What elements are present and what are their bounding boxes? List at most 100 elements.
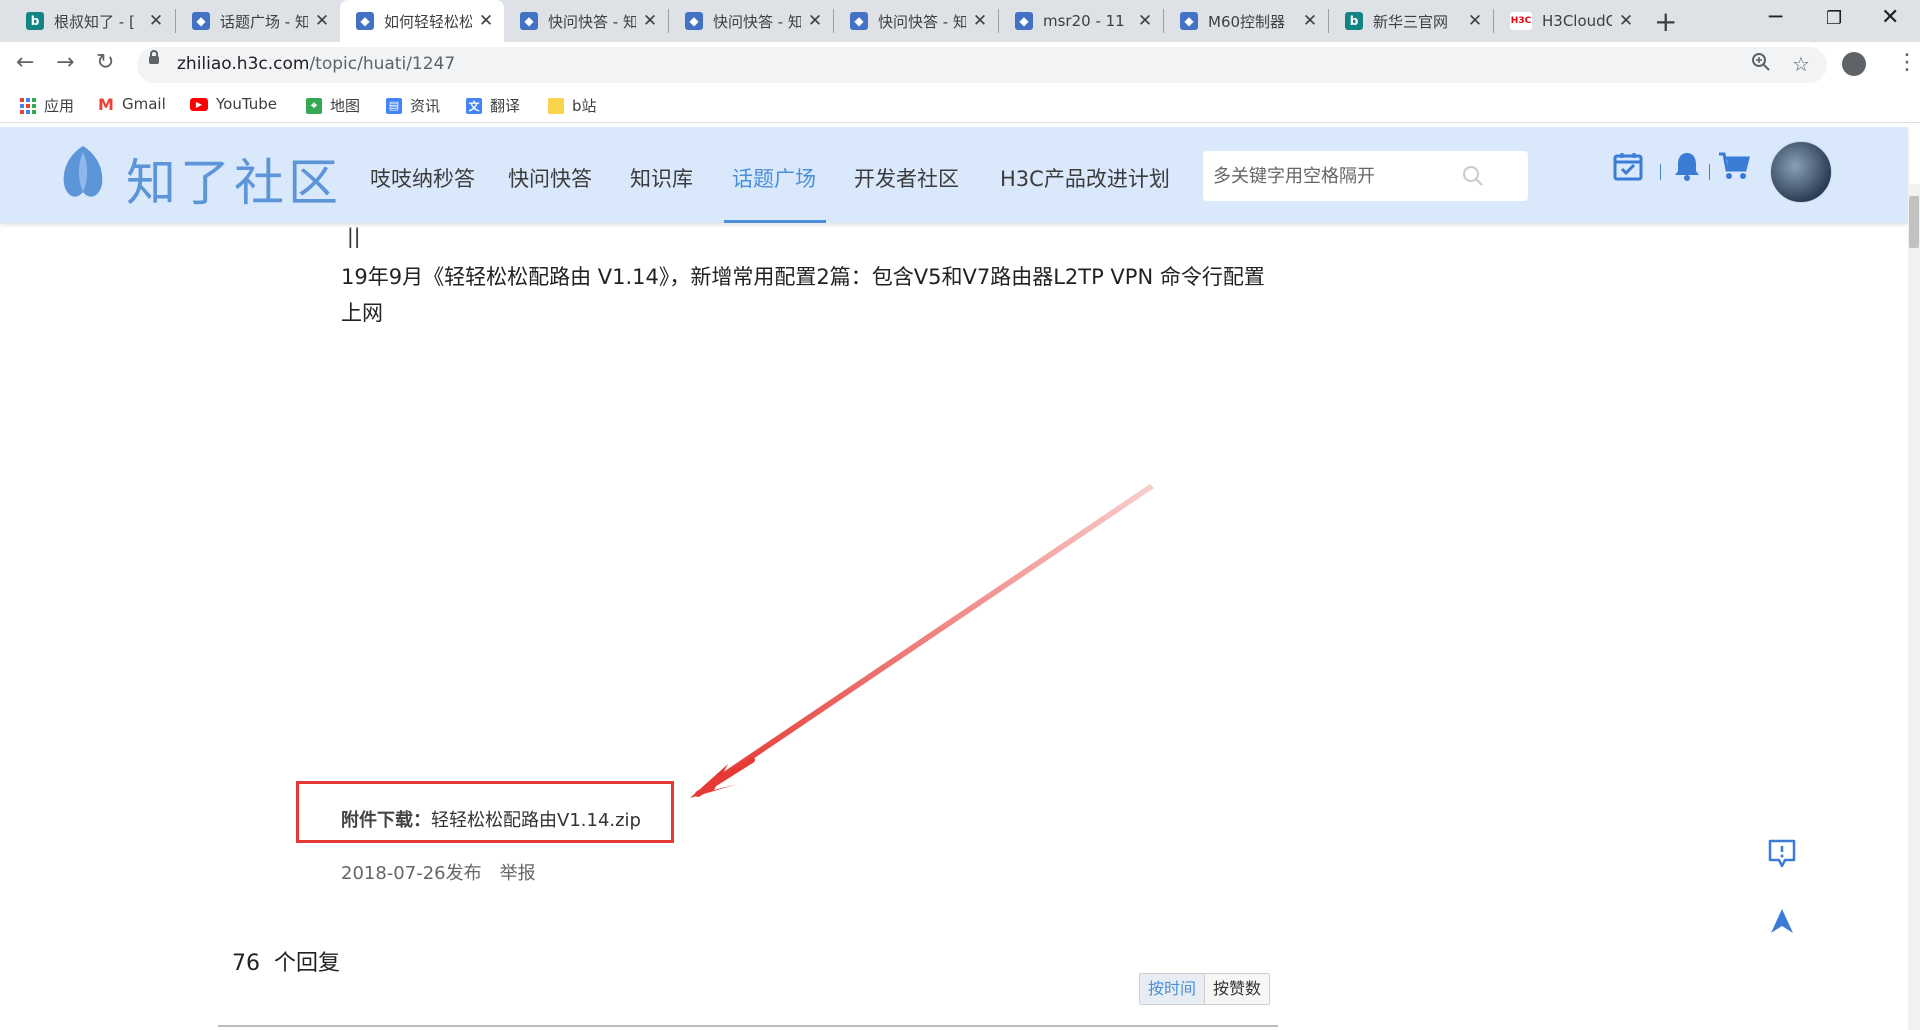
bookmark-label: 应用 (44, 97, 75, 115)
back-arrow-icon[interactable]: ← (16, 50, 34, 75)
browser-tab-3-active[interactable]: ◆ 如何轻轻松松 ✕ (340, 0, 504, 42)
forward-arrow-icon[interactable]: → (56, 50, 74, 75)
profile-icon[interactable] (1842, 52, 1866, 76)
page-scrollbar-track[interactable] (1908, 184, 1920, 1030)
attachment-download: 附件下载：轻轻松松配路由V1.14.zip (341, 806, 641, 832)
bookmark-label: 翻译 (490, 97, 521, 115)
calendar-check-icon[interactable] (1613, 151, 1643, 181)
bell-icon[interactable] (1673, 151, 1701, 181)
bookmark-youtube[interactable]: ▶ YouTube (190, 95, 277, 113)
reply-sort-toggle: 按时间 按赞数 (1139, 973, 1271, 1005)
nav-kuaida[interactable]: 吱吱纳秒答 (370, 163, 475, 193)
bookmark-folder-bilibili[interactable]: b站 (548, 95, 597, 116)
site-logo-text[interactable]: 知了社区 (126, 143, 342, 215)
close-icon[interactable]: ✕ (807, 11, 823, 31)
nav-knowledge-base[interactable]: 知识库 (630, 163, 693, 193)
close-icon[interactable]: ✕ (1618, 11, 1634, 31)
close-icon[interactable]: ✕ (478, 11, 494, 31)
browser-tab-2[interactable]: ◆ 话题广场 - 知 ✕ (176, 0, 340, 42)
cicada-logo-icon[interactable] (60, 144, 106, 202)
tab-title: 快问快答 - 知 (878, 12, 966, 31)
browser-tab-5[interactable]: ◆ 快问快答 - 知 ✕ (669, 0, 833, 42)
zhiliao-icon: ◆ (356, 12, 374, 30)
user-avatar[interactable] (1770, 141, 1832, 203)
minimize-icon[interactable]: ─ (1769, 5, 1782, 30)
close-icon[interactable]: ✕ (148, 11, 164, 31)
text-cursor-mark: || (347, 224, 361, 248)
more-menu-icon[interactable]: ⋮ (1896, 50, 1918, 75)
address-bar[interactable]: zhiliao.h3c.com/topic/huati/1247 ☆ (137, 47, 1827, 83)
bookmark-label: Gmail (122, 95, 166, 113)
zoom-icon[interactable] (1751, 52, 1771, 77)
zhiliao-icon: ◆ (192, 12, 210, 30)
tab-title: 根叔知了 - [ (54, 12, 135, 31)
tab-title: 快问快答 - 知 (548, 12, 636, 31)
back-to-top-icon[interactable] (1770, 908, 1794, 934)
bookmark-star-icon[interactable]: ☆ (1792, 52, 1810, 76)
close-icon[interactable]: ✕ (1137, 11, 1153, 31)
browser-tab-strip: b 根叔知了 - [ ✕ ◆ 话题广场 - 知 ✕ ◆ 如何轻轻松松 ✕ ◆ 快… (0, 0, 1920, 42)
close-icon[interactable]: ✕ (314, 11, 330, 31)
nav-developer-community[interactable]: 开发者社区 (854, 163, 959, 193)
reply-count-heading: 76 个回复 (232, 945, 340, 977)
browser-tab-9[interactable]: b 新华三官网 ✕ (1329, 0, 1493, 42)
tab-title: 新华三官网 (1373, 12, 1449, 31)
close-icon[interactable]: ✕ (1302, 11, 1318, 31)
restore-icon[interactable]: ❐ (1826, 8, 1842, 29)
tab-title: H3CloudCl (1542, 12, 1612, 30)
browser-tab-1[interactable]: b 根叔知了 - [ ✕ (10, 0, 174, 42)
new-tab-button[interactable]: + (1654, 5, 1677, 38)
translate-icon: 文 (466, 97, 482, 114)
page-scrollbar-thumb[interactable] (1909, 196, 1919, 248)
active-nav-indicator (724, 220, 826, 223)
bookmark-maps[interactable]: ⌖ 地图 (306, 95, 360, 116)
tab-title: 快问快答 - 知 (713, 12, 801, 31)
lock-icon (149, 50, 159, 64)
zhiliao-icon: ◆ (685, 12, 703, 30)
apps-icon (20, 97, 36, 114)
publish-date: 2018-07-26发布 (341, 863, 482, 884)
browser-toolbar: ← → ↻ zhiliao.h3c.com/topic/huati/1247 ☆… (0, 42, 1920, 88)
sort-by-likes-button[interactable]: 按赞数 (1205, 974, 1270, 1004)
feedback-icon[interactable] (1767, 838, 1797, 870)
nav-topic-square[interactable]: 话题广场 (732, 163, 816, 193)
bookmark-gmail[interactable]: M Gmail (98, 94, 166, 114)
attachment-file-link[interactable]: 轻轻松松配路由V1.14.zip (431, 810, 641, 831)
window-close-icon[interactable]: ✕ (1881, 5, 1899, 30)
bookmark-label: 地图 (330, 97, 361, 115)
browser-tab-4[interactable]: ◆ 快问快答 - 知 ✕ (504, 0, 668, 42)
news-icon: ▤ (386, 97, 402, 114)
browser-tab-6[interactable]: ◆ 快问快答 - 知 ✕ (834, 0, 998, 42)
bookmarks-bar: 应用 M Gmail ▶ YouTube ⌖ 地图 ▤ 资讯 文 翻译 b站 (0, 88, 1920, 123)
zhiliao-icon: ◆ (520, 12, 538, 30)
reload-icon[interactable]: ↻ (96, 50, 114, 75)
bookmark-translate[interactable]: 文 翻译 (466, 95, 520, 116)
h3c-icon: H3C (1510, 12, 1532, 30)
header-divider (1660, 164, 1661, 180)
close-icon[interactable]: ✕ (972, 11, 988, 31)
browser-tab-10[interactable]: H3C H3CloudCl ✕ (1494, 0, 1644, 42)
url-text[interactable]: zhiliao.h3c.com/topic/huati/1247 (177, 54, 455, 74)
content-divider (218, 1025, 1278, 1027)
report-link[interactable]: 举报 (500, 863, 536, 884)
search-icon[interactable] (1462, 165, 1484, 187)
bookmark-label: 资讯 (410, 97, 441, 115)
bookmark-news[interactable]: ▤ 资讯 (386, 95, 440, 116)
reply-count-number: 76 (232, 951, 260, 976)
close-icon[interactable]: ✕ (642, 11, 658, 31)
cart-icon[interactable] (1718, 151, 1750, 181)
nav-kuaiwen[interactable]: 快问快答 (508, 163, 592, 193)
gmail-icon: M (98, 94, 114, 114)
zhiliao-icon: ◆ (850, 12, 868, 30)
browser-tab-7[interactable]: ◆ msr20 - 11 ✕ (999, 0, 1163, 42)
tab-title: msr20 - 11 (1043, 12, 1125, 30)
nav-product-improvement[interactable]: H3C产品改进计划 (1000, 163, 1170, 193)
bookmark-label: b站 (572, 97, 597, 115)
sort-by-time-button[interactable]: 按时间 (1140, 974, 1206, 1004)
close-icon[interactable]: ✕ (1467, 11, 1483, 31)
youtube-icon: ▶ (190, 97, 208, 111)
maps-icon: ⌖ (306, 97, 322, 114)
attachment-label: 附件下载： (341, 810, 431, 831)
bookmark-apps[interactable]: 应用 (20, 95, 74, 116)
browser-tab-8[interactable]: ◆ M60控制器 ✕ (1164, 0, 1328, 42)
